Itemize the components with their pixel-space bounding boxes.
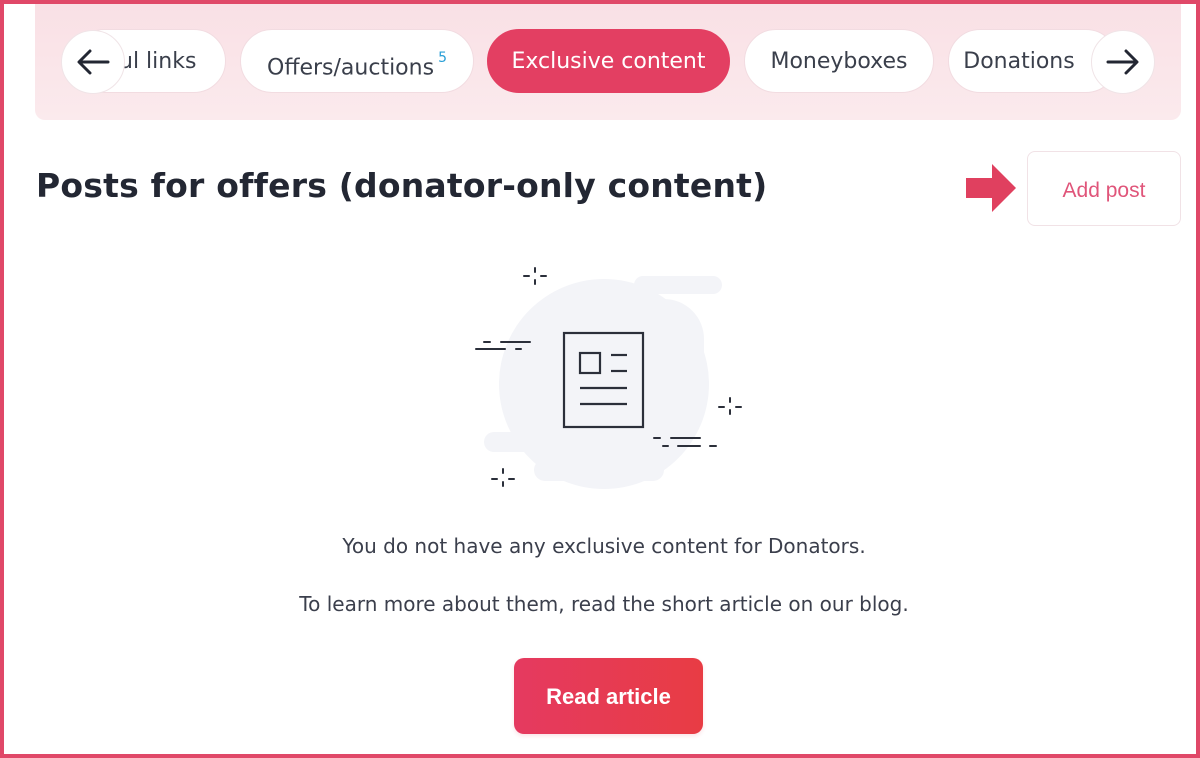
empty-state-message: You do not have any exclusive content fo… [342,534,866,558]
empty-state-hint: To learn more about them, read the short… [299,592,909,616]
tabs-next-button[interactable] [1091,30,1155,94]
illustration-blob [484,276,722,489]
tab-label: Donations [963,49,1075,74]
tab-offers-auctions[interactable]: Offers/auctions 5 [240,29,474,93]
add-post-button[interactable]: Add post [1027,151,1181,226]
page-frame: ul links Offers/auctions 5 Exclusive cont… [0,0,1200,758]
pointer-arrow-icon [966,164,1016,212]
tab-label: Offers/auctions [267,55,435,81]
tab-label: Exclusive content [511,49,706,74]
tab-label: ul links [119,49,197,74]
arrow-left-icon [77,49,110,75]
read-article-button[interactable]: Read article [514,658,703,734]
page-title: Posts for offers (donator-only content) [36,166,768,205]
tab-count-badge: 5 [438,50,447,66]
tabs-prev-button[interactable] [61,30,125,94]
tab-moneyboxes[interactable]: Moneyboxes [744,29,934,93]
tab-label: Moneyboxes [770,49,908,74]
tab-exclusive-content[interactable]: Exclusive content [487,29,730,93]
document-icon [475,267,742,489]
arrow-right-icon [1106,49,1139,75]
